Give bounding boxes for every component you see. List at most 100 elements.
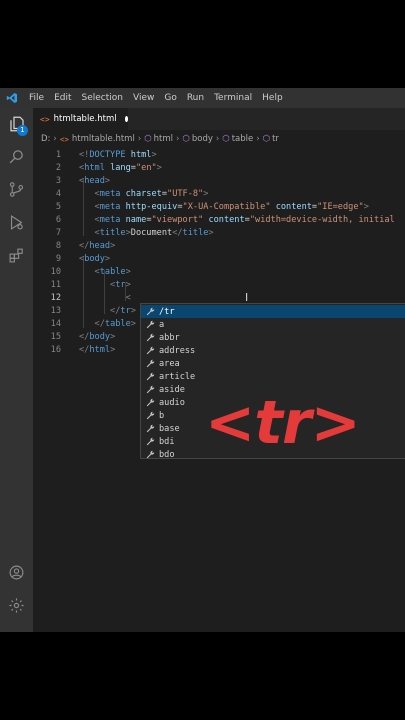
unsaved-dot-icon[interactable] — [124, 116, 128, 122]
wrench-icon — [143, 450, 157, 459]
suggestion-label: /tr — [159, 306, 175, 317]
chevron-right-icon: › — [215, 134, 220, 144]
line-number: 6 — [55, 215, 61, 225]
line-number: 1 — [55, 150, 61, 160]
line-number: 10 — [50, 267, 61, 277]
chevron-right-icon: › — [176, 134, 180, 144]
cube-icon: ⬡ — [182, 134, 190, 144]
wrench-icon — [143, 424, 157, 433]
cube-icon: ⬡ — [262, 134, 271, 144]
explorer-button[interactable]: 1 — [0, 111, 33, 141]
menu-file[interactable]: File — [24, 88, 49, 108]
code-line: <tr> — [110, 280, 131, 290]
wrench-icon — [143, 437, 157, 446]
line-number: 5 — [55, 202, 61, 212]
line-number: 14 — [50, 319, 61, 329]
breadcrumb-html[interactable]: html — [154, 134, 173, 144]
suggestion-label: area — [159, 358, 180, 369]
wrench-icon — [143, 398, 157, 407]
code-line: <table> — [94, 267, 131, 277]
breadcrumb-file[interactable]: htmltable.html — [72, 134, 135, 144]
account-icon — [8, 564, 25, 585]
menu-go[interactable]: Go — [159, 88, 181, 108]
run-debug-icon — [8, 214, 25, 235]
breadcrumb-drive[interactable]: D: — [41, 134, 50, 144]
menu-bar: File Edit Selection View Go Run Terminal… — [0, 88, 405, 108]
code-line: <meta name="viewport" content="width=dev… — [94, 215, 395, 225]
activity-bar: 1 — [0, 108, 33, 632]
breadcrumb-body[interactable]: body — [192, 134, 213, 144]
cube-icon: ⬡ — [144, 134, 152, 144]
wrench-icon — [143, 359, 157, 368]
code-line: </body> — [79, 332, 116, 342]
line-number: 7 — [55, 228, 61, 238]
menu-terminal[interactable]: Terminal — [209, 88, 257, 108]
code-line-current: < — [79, 292, 131, 305]
run-debug-button[interactable] — [0, 209, 33, 239]
manage-button[interactable] — [0, 592, 33, 622]
code-line: <meta charset="UTF-8"> — [94, 189, 209, 199]
suggestion-item[interactable]: address — [141, 344, 405, 357]
menu-edit[interactable]: Edit — [49, 88, 76, 108]
line-number: 9 — [55, 254, 61, 264]
breadcrumb: D: › <> htmltable.html › ⬡ html › ⬡ body… — [41, 132, 279, 146]
cube-icon: ⬡ — [222, 134, 230, 144]
code-line: <!DOCTYPE html> — [79, 150, 157, 160]
line-number-current: 12 — [50, 293, 61, 303]
vscode-logo-icon — [0, 88, 24, 108]
line-number: 11 — [50, 280, 61, 290]
typed-text: < — [125, 293, 131, 303]
extensions-icon — [8, 247, 25, 268]
wrench-icon — [143, 346, 157, 355]
line-number: 2 — [55, 163, 61, 173]
accounts-button[interactable] — [0, 559, 33, 589]
line-number: 15 — [50, 332, 61, 342]
line-number: 13 — [50, 306, 61, 316]
suggestion-label: b — [159, 410, 165, 421]
chevron-right-icon: › — [137, 134, 142, 144]
suggestion-label: abbr — [159, 332, 180, 343]
source-control-button[interactable] — [0, 176, 33, 206]
suggestion-label: aside — [159, 384, 185, 395]
code-line: <title>Document</title> — [94, 228, 214, 238]
suggestion-label: article — [159, 371, 196, 382]
tab-htmltable[interactable]: <> htmltable.html — [33, 108, 128, 130]
line-number: 4 — [55, 189, 61, 199]
menu-run[interactable]: Run — [182, 88, 209, 108]
vscode-window: File Edit Selection View Go Run Terminal… — [0, 88, 405, 632]
line-number: 8 — [55, 241, 61, 251]
explorer-badge: 1 — [17, 125, 28, 136]
wrench-icon — [143, 411, 157, 420]
suggestion-item[interactable]: area — [141, 357, 405, 370]
line-number: 3 — [55, 176, 61, 186]
suggestion-item[interactable]: a — [141, 318, 405, 331]
wrench-icon — [143, 307, 157, 316]
overlay-title: <tr> — [205, 388, 361, 458]
chevron-right-icon: › — [53, 134, 57, 144]
search-button[interactable] — [0, 143, 33, 173]
gear-icon — [8, 597, 25, 618]
extensions-button[interactable] — [0, 242, 33, 272]
code-line: <html lang="en"> — [79, 163, 162, 173]
code-line: </head> — [79, 241, 116, 251]
suggestion-item-selected[interactable]: /tr — [141, 305, 405, 318]
breadcrumb-tr[interactable]: tr — [272, 134, 279, 144]
code-line: <body> — [79, 254, 111, 264]
menu-view[interactable]: View — [128, 88, 159, 108]
wrench-icon — [143, 372, 157, 381]
html-file-icon: <> — [59, 134, 69, 144]
menu-help[interactable]: Help — [257, 88, 288, 108]
text-cursor-icon: I — [245, 291, 249, 304]
suggestion-item[interactable]: article — [141, 370, 405, 383]
code-line: <head> — [79, 176, 111, 186]
breadcrumb-table[interactable]: table — [232, 134, 254, 144]
tab-label: htmltable.html — [53, 114, 117, 124]
suggestion-item[interactable]: abbr — [141, 331, 405, 344]
line-number: 16 — [50, 345, 61, 355]
search-icon — [8, 148, 25, 169]
suggestion-label: address — [159, 345, 196, 356]
menu-selection[interactable]: Selection — [77, 88, 128, 108]
wrench-icon — [143, 320, 157, 329]
code-line: </table> — [94, 319, 136, 329]
suggestion-label: audio — [159, 397, 185, 408]
